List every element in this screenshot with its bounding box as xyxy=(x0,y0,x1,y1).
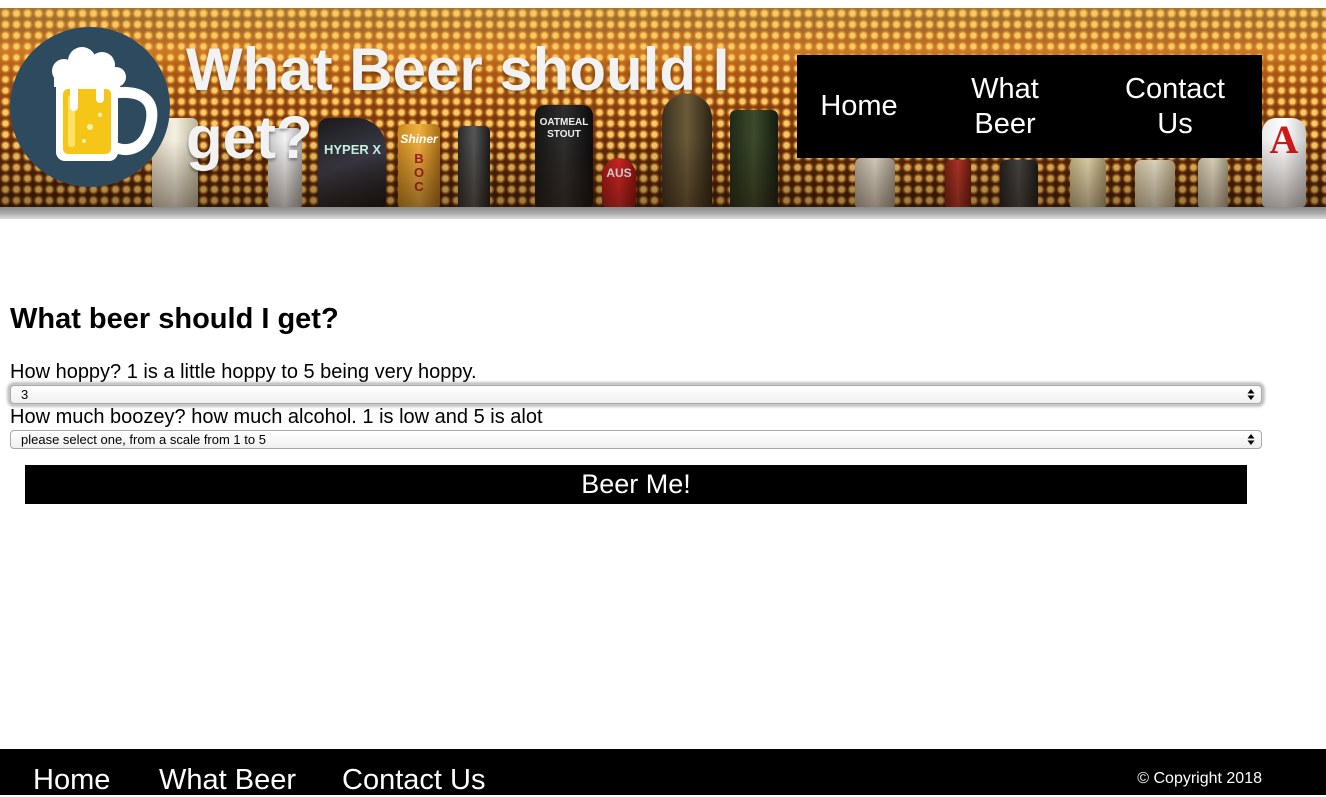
header-nav-contact-us[interactable]: Contact Us xyxy=(1109,72,1241,142)
header-shadow-bar xyxy=(0,207,1326,219)
footer-nav-home[interactable]: Home xyxy=(33,763,110,797)
boozey-select-value: please select one, from a scale from 1 t… xyxy=(21,432,266,447)
footer-nav-contact-us[interactable]: Contact Us xyxy=(342,763,485,797)
hoppy-select-value: 3 xyxy=(21,387,29,402)
beer-me-button[interactable]: Beer Me! xyxy=(25,465,1247,504)
site-footer: Home What Beer Contact Us © Copyright 20… xyxy=(0,749,1326,797)
header-nav-what-beer[interactable]: What Beer xyxy=(957,72,1053,142)
boozey-select[interactable]: please select one, from a scale from 1 t… xyxy=(10,430,1262,449)
page-heading: What beer should I get? xyxy=(10,303,339,335)
header-nav: Home What Beer Contact Us xyxy=(797,55,1262,158)
updown-arrows-icon xyxy=(1247,389,1255,400)
copyright-text: © Copyright 2018 xyxy=(1137,770,1262,787)
site-header: HYPER X Shiner B O C OATMEAL STOUT AUS A xyxy=(0,0,1326,207)
boozey-label: How much boozey? how much alcohol. 1 is … xyxy=(10,406,543,428)
footer-nav-what-beer[interactable]: What Beer xyxy=(159,763,296,797)
beer-mug-icon xyxy=(52,47,158,161)
header-top-strip xyxy=(0,0,1326,8)
site-logo[interactable] xyxy=(10,27,170,187)
site-title: What Beer should I get? xyxy=(186,36,730,171)
updown-arrows-icon xyxy=(1247,434,1255,445)
hoppy-select[interactable]: 3 xyxy=(10,385,1262,404)
hoppy-label: How hoppy? 1 is a little hoppy to 5 bein… xyxy=(10,361,477,383)
header-nav-home[interactable]: Home xyxy=(797,89,921,124)
